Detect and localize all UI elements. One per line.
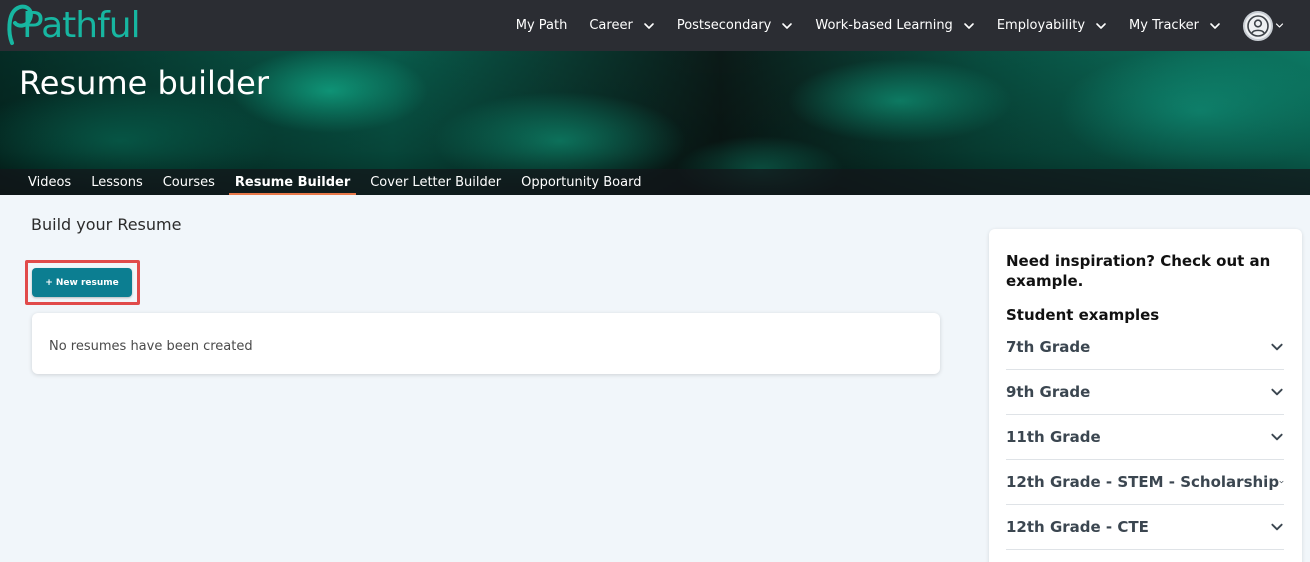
hero-banner: Resume builder Videos Lessons Courses Resum… (0, 51, 1310, 195)
example-item-11th-grade[interactable]: 11th Grade (1006, 415, 1284, 460)
inspiration-panel: Need inspiration? Check out an example. … (989, 229, 1302, 562)
new-resume-button[interactable]: + New resume (32, 268, 132, 297)
tab-lessons[interactable]: Lessons (81, 169, 153, 195)
example-item-label: 12th Grade - CTE (1006, 518, 1149, 536)
example-item-label: 12th Grade - STEM - Scholarship (1006, 473, 1280, 491)
inspiration-heading: Need inspiration? Check out an example. (1006, 252, 1271, 290)
tab-courses[interactable]: Courses (153, 169, 225, 195)
tab-opportunity-board[interactable]: Opportunity Board (511, 169, 651, 195)
example-item-12th-grade-cte[interactable]: 12th Grade - CTE (1006, 505, 1284, 550)
user-avatar-icon (1243, 10, 1273, 41)
nav-item-my-path[interactable]: My Path (516, 18, 568, 33)
nav-item-postsecondary[interactable]: Postsecondary (677, 18, 794, 33)
main-menu: My Path Career Postsecondary Work-based Lea… (494, 0, 1284, 51)
nav-item-label: My Tracker (1129, 18, 1199, 33)
chevron-down-icon (782, 22, 793, 29)
example-item-label: 7th Grade (1006, 338, 1091, 356)
nav-item-label: Employability (996, 18, 1086, 33)
nav-item-work-based-learning[interactable]: Work-based Learning (815, 18, 974, 33)
top-navigation-bar: Pathful My Path Career Postsecondary Work-b… (0, 0, 1310, 51)
resume-list-card: No resumes have been created (32, 313, 940, 374)
chevron-down-icon (1271, 433, 1283, 441)
logo-text: Pathful (22, 4, 141, 46)
nav-item-label: Postsecondary (676, 18, 772, 33)
nav-item-label: Career (589, 18, 633, 33)
chevron-down-icon (1271, 523, 1283, 531)
example-item-7th-grade[interactable]: 7th Grade (1006, 325, 1284, 370)
empty-state-message: No resumes have been created (49, 339, 253, 354)
chevron-down-icon (1279, 480, 1284, 484)
chevron-down-icon (1271, 388, 1283, 396)
example-item-label: 9th Grade (1006, 383, 1091, 401)
chevron-down-icon (964, 22, 974, 29)
user-menu[interactable] (1243, 10, 1284, 41)
tab-resume-builder[interactable]: Resume Builder (225, 169, 360, 195)
nav-item-employability[interactable]: Employability (997, 18, 1107, 33)
example-item-12th-grade-stem-scholarship[interactable]: 12th Grade - STEM - Scholarship (1006, 460, 1284, 505)
nav-item-label: Work-based Learning (815, 18, 953, 33)
chevron-down-icon (1275, 23, 1284, 28)
tab-videos[interactable]: Videos (18, 169, 81, 195)
nav-item-label: My Path (515, 18, 568, 33)
page-title: Resume builder (19, 64, 269, 102)
student-examples-list: 7th Grade 9th Grade 11th Grade 12th Grade -… (1006, 325, 1284, 550)
example-item-label: 11th Grade (1006, 428, 1101, 446)
section-tabs: Videos Lessons Courses Resume Builder Cover … (0, 169, 1310, 195)
example-item-9th-grade[interactable]: 9th Grade (1006, 370, 1284, 415)
chevron-down-icon (644, 22, 654, 29)
student-examples-heading: Student examples (1006, 306, 1160, 324)
chevron-down-icon (1271, 343, 1283, 351)
nav-item-my-tracker[interactable]: My Tracker (1129, 18, 1221, 33)
chevron-down-icon (1210, 22, 1220, 29)
tab-cover-letter-builder[interactable]: Cover Letter Builder (360, 169, 511, 195)
chevron-down-icon (1096, 22, 1106, 29)
nav-item-career[interactable]: Career (589, 18, 654, 33)
section-title: Build your Resume (31, 215, 182, 234)
